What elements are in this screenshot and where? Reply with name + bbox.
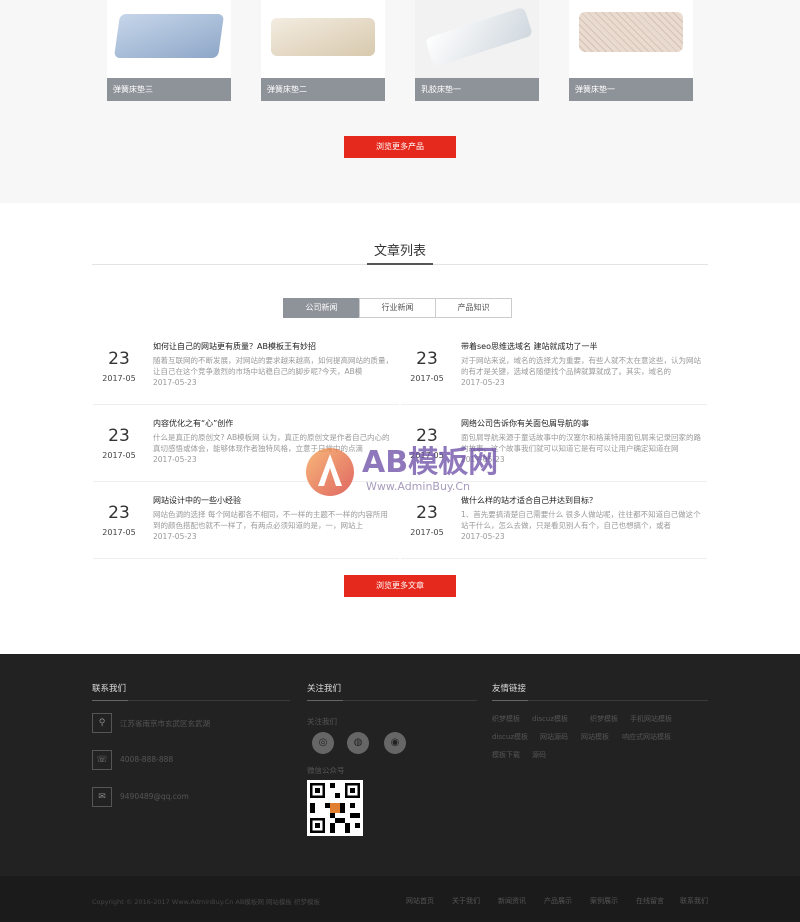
bottom-nav-contact[interactable]: 联系我们	[680, 896, 708, 906]
mattress-image	[424, 6, 534, 68]
wechat-icon[interactable]: ◍	[347, 732, 369, 754]
tab-industry-news[interactable]: 行业新闻	[359, 298, 436, 318]
article-date: 2017-05-23	[461, 378, 505, 387]
article-date: 2017-05-23	[153, 378, 197, 387]
footer-contact-title: 联系我们	[92, 684, 127, 694]
article-tabs: 公司新闻 行业新闻 产品知识	[283, 298, 512, 318]
article-separator	[93, 404, 399, 405]
watermark-logo-icon: AB模板网 Www.AdminBuy.Cn	[306, 445, 498, 496]
bottom-nav-message[interactable]: 在线留言	[636, 896, 664, 906]
product-caption[interactable]: 乳胶床垫一	[415, 78, 539, 101]
article-separator	[401, 558, 707, 559]
footer-follow-title: 关注我们	[307, 684, 342, 694]
article-month: 2017-05	[410, 528, 444, 537]
product-caption[interactable]: 弹簧床垫二	[261, 78, 385, 101]
contact-address: 江苏省南京市玄武区玄武湖	[120, 719, 210, 728]
articles-title: 文章列表	[373, 244, 426, 259]
tab-product-knowledge[interactable]: 产品知识	[435, 298, 512, 318]
article-month: 2017-05	[410, 374, 444, 383]
product-card-1[interactable]: 弹簧床垫三	[107, 0, 231, 102]
title-underline	[367, 263, 433, 265]
product-card-3[interactable]: 乳胶床垫一	[415, 0, 539, 102]
article-month: 2017-05	[102, 451, 136, 460]
contact-email[interactable]: 9490489@qq.com	[120, 792, 189, 801]
article-desc: 网站色调的选择 每个网站都各不相同，不一样的主题不一样的内容所用到的颜色搭配也就…	[153, 510, 388, 530]
article-desc: 随着互联网的不断发展，对网站的要求越来越高，如何提高网站的质量，让自己在这个竞争…	[153, 356, 393, 376]
copyright-text: Copyright © 2016-2017 Www.AdminBuy.Cn AB…	[92, 898, 320, 906]
bottom-nav-about[interactable]: 关于我们	[452, 896, 480, 906]
friend-link[interactable]: 源码	[532, 750, 546, 760]
article-date: 2017-05-23	[461, 532, 505, 541]
footer-links-title: 友情链接	[492, 684, 527, 694]
follow-label: 关注我们	[307, 717, 337, 726]
article-item[interactable]: 23 2017-05 如何让自己的网站更有质量？AB模板王有妙招 随着互联网的不…	[93, 341, 399, 417]
mattress-image	[271, 18, 375, 56]
mattress-image	[579, 12, 683, 52]
article-title[interactable]: 内容优化之有“心”创作	[153, 418, 233, 429]
product-caption[interactable]: 弹簧床垫三	[107, 78, 231, 101]
article-date: 2017-05-23	[153, 532, 197, 541]
article-day: 23	[108, 503, 130, 523]
more-articles-button[interactable]: 浏览更多文章	[344, 575, 456, 597]
qq-icon[interactable]: ◉	[384, 732, 406, 754]
product-card-4[interactable]: 弹簧床垫一	[569, 0, 693, 102]
watermark-url: Www.AdminBuy.Cn	[366, 480, 470, 493]
article-day: 23	[108, 426, 130, 446]
article-item[interactable]: 23 2017-05 带着seo思维选域名 建站就成功了一半 对于网站来说，域名…	[401, 341, 707, 417]
footer-divider-accent	[307, 700, 343, 701]
friend-link[interactable]: 网站源码	[540, 732, 568, 742]
article-desc: 对于网站来说，域名的选择尤为重要，有些人就不太在意这些，认为网站的有才是关键，选…	[461, 356, 701, 376]
bottom-nav-cases[interactable]: 案例展示	[590, 896, 618, 906]
products-section: 弹簧床垫三 弹簧床垫二 乳胶床垫一 弹簧床垫一 浏览更多产品	[0, 0, 800, 203]
article-title[interactable]: 带着seo思维选域名 建站就成功了一半	[461, 341, 598, 352]
article-date: 2017-05-23	[153, 455, 197, 464]
wechat-account-label: 微信公众号	[307, 766, 345, 775]
article-month: 2017-05	[102, 374, 136, 383]
friend-link[interactable]: discuz模板	[492, 732, 528, 742]
friend-link[interactable]: 织梦模板	[590, 714, 618, 724]
friend-link[interactable]: 织梦模板	[492, 714, 520, 724]
article-month: 2017-05	[102, 528, 136, 537]
qr-code-image	[307, 780, 363, 836]
article-separator	[93, 558, 399, 559]
product-caption[interactable]: 弹簧床垫一	[569, 78, 693, 101]
article-separator	[401, 404, 707, 405]
friend-link[interactable]: 模板下载	[492, 750, 520, 760]
friend-link[interactable]: discuz模板	[532, 714, 568, 724]
friend-link[interactable]: 响应式网站模板	[622, 732, 671, 742]
bottom-nav-home[interactable]: 网站首页	[406, 896, 434, 906]
mail-icon: ✉	[92, 787, 112, 807]
bottom-nav-products[interactable]: 产品展示	[544, 896, 572, 906]
product-image[interactable]	[415, 0, 539, 78]
more-products-button[interactable]: 浏览更多产品	[344, 136, 456, 158]
footer-divider-accent	[492, 700, 528, 701]
watermark-brand: AB模板网	[362, 445, 498, 480]
location-icon: ⚲	[92, 713, 112, 733]
article-desc: 1、首先要搞清楚自己需要什么 很多人做站呢，往往都不知道自己做这个站干什么，怎么…	[461, 510, 701, 530]
watermark-logo: AB模板网 Www.AdminBuy.Cn	[296, 420, 546, 510]
footer-divider-accent	[92, 700, 128, 701]
product-image[interactable]	[261, 0, 385, 78]
product-image[interactable]	[107, 0, 231, 78]
page: 弹簧床垫三 弹簧床垫二 乳胶床垫一 弹簧床垫一 浏览更多产品 文章列表 公司新闻…	[0, 0, 800, 922]
contact-phone: 4008-888-888	[120, 755, 174, 764]
friend-link[interactable]: 网站模板	[581, 732, 609, 742]
friend-link[interactable]: 手机网站模板	[630, 714, 672, 724]
tab-company-news[interactable]: 公司新闻	[283, 298, 360, 318]
bottom-nav-news[interactable]: 新闻资讯	[498, 896, 526, 906]
mattress-image	[113, 14, 225, 58]
phone-icon: ☏	[92, 750, 112, 770]
qr-code-icon	[310, 783, 360, 833]
weibo-icon[interactable]: ◎	[312, 732, 334, 754]
article-day: 23	[416, 349, 438, 369]
product-card-2[interactable]: 弹簧床垫二	[261, 0, 385, 102]
article-title[interactable]: 网站设计中的一些小经验	[153, 495, 241, 506]
article-day: 23	[108, 349, 130, 369]
article-title[interactable]: 如何让自己的网站更有质量？AB模板王有妙招	[153, 341, 316, 352]
product-image[interactable]	[569, 0, 693, 78]
